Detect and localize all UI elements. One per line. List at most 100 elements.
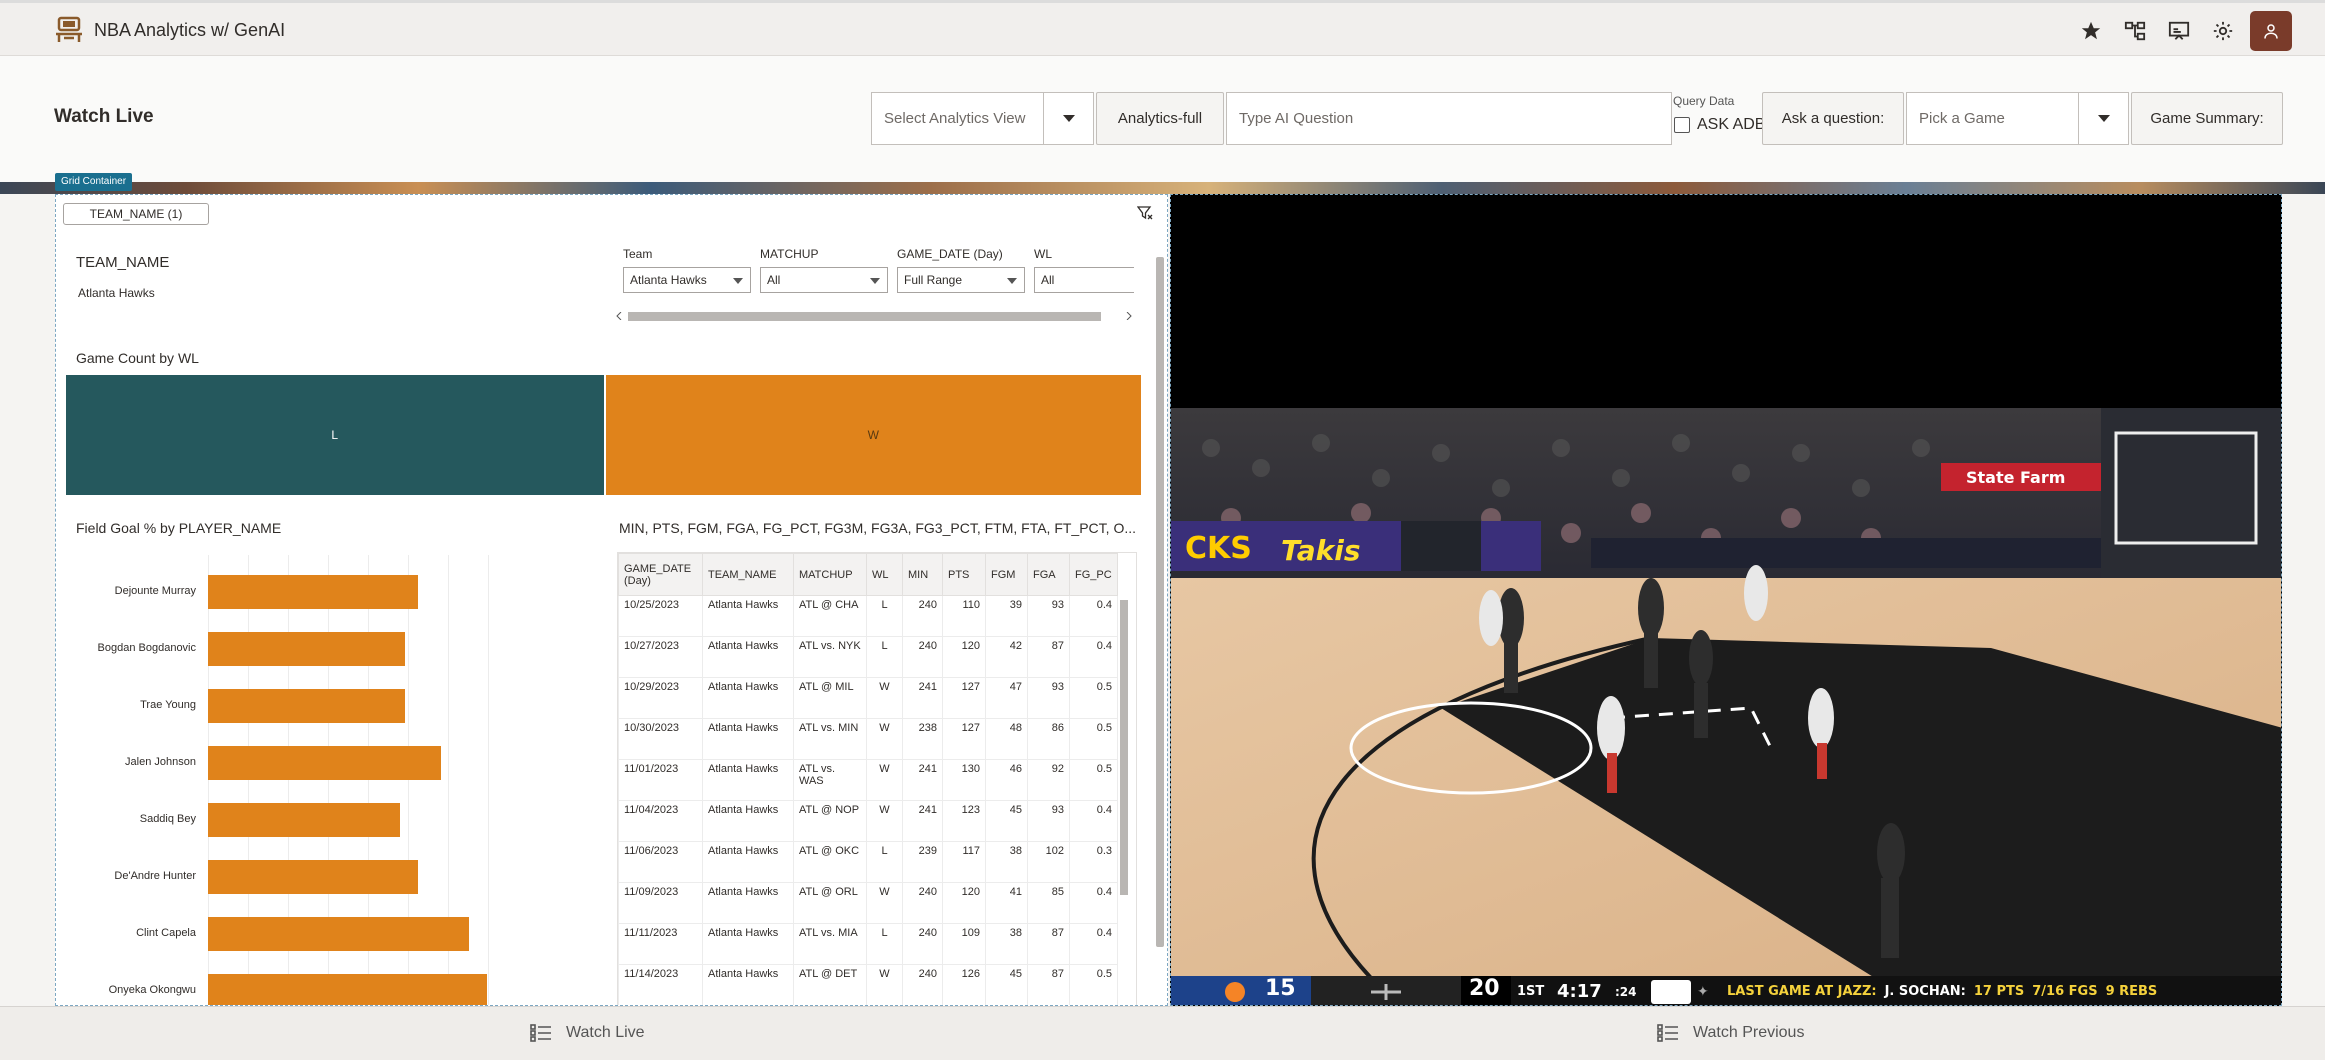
table-cell: W [866,964,903,1005]
table-row[interactable]: 10/27/2023 Atlanta Hawks ATL vs. NYK L 240 12… [618,636,1118,678]
column-header[interactable]: GAME_DATE (Day) [618,553,703,596]
column-header[interactable]: FGA [1027,553,1070,596]
table-cell: 42 [985,636,1028,678]
presentation-icon[interactable] [2165,17,2193,45]
team-name-filter-chip[interactable]: TEAM_NAME (1) [63,203,209,225]
table-cell: 117 [942,841,986,883]
wl-filter-select[interactable]: All [1034,267,1134,293]
field-goal-bar-chart: Dejounte Murray Bogdan Bogdanovic Trae You… [56,545,596,1005]
table-row[interactable]: 11/11/2023 Atlanta Hawks ATL vs. MIA L 240 10… [618,923,1118,965]
table-cell: Atlanta Hawks [702,677,794,719]
ticker-rebs: 9 REBS [2105,984,2158,999]
column-header[interactable]: MATCHUP [793,553,867,596]
chevron-right-icon[interactable] [1126,312,1132,320]
ai-question-input[interactable]: Type AI Question [1226,92,1672,145]
bar-mark[interactable] [208,632,405,666]
team-name-label: TEAM_NAME [76,254,170,271]
pick-game-placeholder: Pick a Game [1919,110,2005,127]
ticker-fgs: 7/16 FGS [2032,984,2098,999]
table-cell: 0.4 [1069,882,1118,924]
matchup-filter-value: All [767,273,781,287]
sponsor-logo-icon [1651,979,1691,1004]
table-cell: 0.5 [1069,759,1118,801]
ask-adb-checkbox[interactable]: ASK ADB [1674,116,1765,134]
table-cell: 45 [985,800,1028,842]
bar-category-label: Clint Capela [136,927,196,939]
table-scrollbar[interactable] [1119,590,1129,900]
clear-filter-icon[interactable] [1137,205,1153,221]
scrollbar-thumb[interactable] [1156,257,1164,947]
table-cell: 11/06/2023 [618,841,703,883]
table-cell: 0.5 [1069,718,1118,760]
pick-game-select[interactable]: Pick a Game [1906,92,2129,145]
matchup-filter-label: MATCHUP [760,247,819,261]
user-avatar-button[interactable] [2250,11,2292,51]
chevron-down-icon[interactable] [2078,93,2128,144]
table-cell: Atlanta Hawks [702,759,794,801]
team-filter-select[interactable]: Atlanta Hawks [623,267,751,293]
star-icon[interactable] [2077,17,2105,45]
game-summary-button[interactable]: Game Summary: [2131,92,2283,145]
table-cell: 87 [1027,636,1070,678]
table-cell: 10/27/2023 [618,636,703,678]
table-row[interactable]: 11/06/2023 Atlanta Hawks ATL @ OKC L 239 117 3… [618,841,1118,883]
column-header[interactable]: TEAM_NAME [702,553,794,596]
analytics-view-select[interactable]: Select Analytics View [871,92,1094,145]
app-title: NBA Analytics w/ GenAI [94,20,286,40]
scrollbar-thumb[interactable] [1120,600,1128,895]
analytics-full-button[interactable]: Analytics-full [1096,92,1224,145]
filter-bar-scrollbar[interactable] [616,310,1167,322]
table-cell: 123 [942,800,986,842]
checkbox-box[interactable] [1674,117,1690,133]
table-cell: 109 [942,923,986,965]
panel-scrollbar[interactable] [1155,245,1165,955]
column-header[interactable]: MIN [902,553,943,596]
table-row[interactable]: 11/01/2023 Atlanta Hawks ATL vs. WAS W 241 13… [618,759,1118,801]
table-row[interactable]: 11/09/2023 Atlanta Hawks ATL @ ORL W 240 120 4… [618,882,1118,924]
bar-mark[interactable] [208,803,400,837]
matchup-filter-select[interactable]: All [760,267,888,293]
column-header[interactable]: WL [866,553,903,596]
bar-mark[interactable] [208,689,405,723]
table-cell: 93 [1027,677,1070,719]
table-cell: 45 [985,964,1028,1005]
table-cell: Atlanta Hawks [702,636,794,678]
nav-watch-previous[interactable]: Watch Previous [1657,1023,1804,1043]
treemap-segment-w[interactable]: W [603,375,1141,495]
column-header[interactable]: FGM [985,553,1028,596]
bar-category-label: Saddiq Bey [139,813,196,825]
segment-label: W [867,428,879,442]
basketball-game-frame: CKS Takis State Farm [1171,408,2281,988]
team-filter-value: Atlanta Hawks [630,273,707,287]
table-cell: 11/01/2023 [618,759,703,801]
table-row[interactable]: 10/29/2023 Atlanta Hawks ATL @ MIL W 241 127 4… [618,677,1118,719]
table-cell: 0.4 [1069,595,1118,637]
scrollbar-thumb[interactable] [628,312,1101,321]
bar-mark[interactable] [208,575,419,609]
gear-icon[interactable] [2209,17,2237,45]
table-cell: 238 [902,718,943,760]
live-video-player[interactable]: CKS Takis State Farm 15 20 1ST 4:17 :24 [1170,194,2282,1006]
table-cell: 47 [985,677,1028,719]
treemap-segment-l[interactable]: L [66,375,604,495]
column-header[interactable]: FG_PC [1069,553,1118,596]
chevron-left-icon[interactable] [616,312,622,320]
nav-watch-live[interactable]: Watch Live [530,1023,645,1043]
table-row[interactable]: 10/30/2023 Atlanta Hawks ATL vs. MIN W 238 12… [618,718,1118,760]
ask-question-button[interactable]: Ask a question: [1762,92,1904,145]
table-row[interactable]: 10/25/2023 Atlanta Hawks ATL @ CHA L 240 110 3… [618,595,1118,637]
bottom-navigation: Watch Live Watch Previous [0,1006,2325,1060]
wl-filter-value: All [1041,273,1055,287]
bar-mark[interactable] [208,974,487,1005]
column-header[interactable]: PTS [942,553,986,596]
bar-mark[interactable] [208,860,419,894]
hierarchy-icon[interactable] [2121,17,2149,45]
table-row[interactable]: 11/04/2023 Atlanta Hawks ATL @ NOP W 241 123 4… [618,800,1118,842]
table-row[interactable]: 11/14/2023 Atlanta Hawks ATL @ DET W 240 126 4… [618,964,1118,1005]
bar-mark[interactable] [208,746,442,780]
bar-mark[interactable] [208,917,469,951]
chevron-down-icon[interactable] [1043,93,1093,144]
table-cell: Atlanta Hawks [702,800,794,842]
bar-category-label: Jalen Johnson [125,756,196,768]
game-date-filter-select[interactable]: Full Range [897,267,1025,293]
